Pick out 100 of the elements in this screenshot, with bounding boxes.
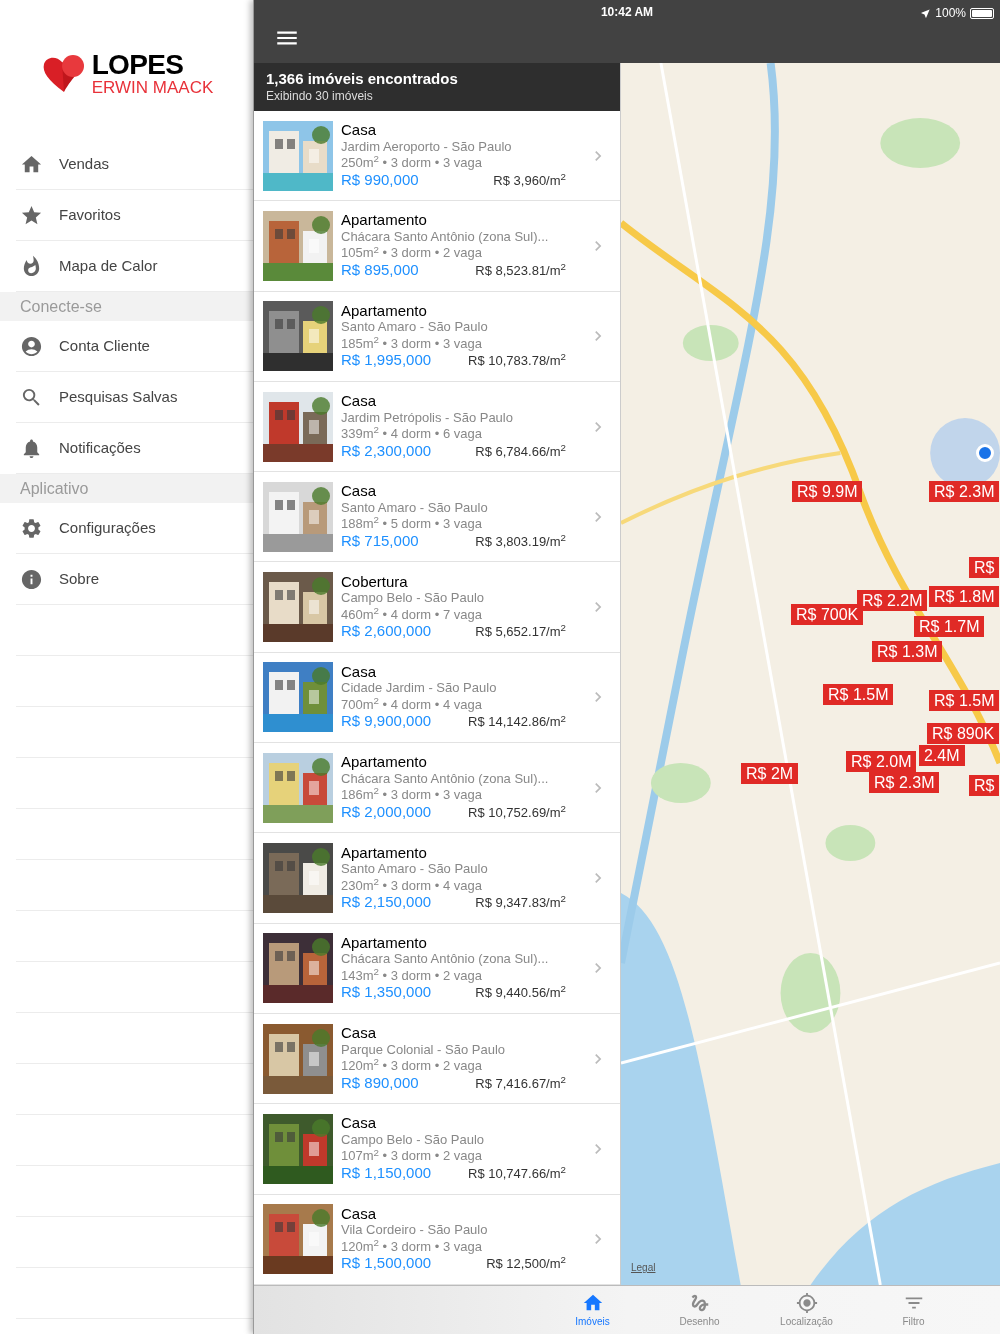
price-marker[interactable]: R$ 700K bbox=[791, 604, 864, 625]
price-marker[interactable]: R$ 2.3M bbox=[929, 481, 1000, 502]
listing-specs: 107m$^{2}$ • 3 dorm • 2 vaga bbox=[341, 1148, 483, 1165]
listing-row[interactable]: Casa Santo Amaro - São Paulo 188m$^{2}$ • 5 dorm • 3 vaga R$ 715,000 R$ 3,803.19/m$^{2}$ bbox=[254, 472, 620, 563]
listing-specs: 188m$^{2}$ • 5 dorm • 3 vaga bbox=[341, 516, 483, 533]
settings-icon bbox=[20, 516, 43, 540]
menu-item[interactable]: Favoritos bbox=[16, 190, 253, 241]
listing-specs: 185m$^{2}$ • 3 dorm • 3 vaga bbox=[341, 335, 483, 353]
price-marker[interactable]: R$ 2.2M bbox=[857, 590, 928, 611]
listing-location: Campo Belo - São Paulo bbox=[341, 590, 486, 607]
listing-price: R$ 715,000 bbox=[341, 532, 419, 550]
legal-link[interactable]: Legal bbox=[631, 1260, 656, 1275]
listing-location: Santo Amaro - São Paulo bbox=[341, 499, 489, 517]
listing-type: Casa bbox=[341, 1025, 378, 1042]
listing-price: R$ 2,600,000 bbox=[341, 623, 432, 640]
listing-specs: 460m$^{2}$ • 4 dorm • 7 vaga bbox=[341, 606, 483, 624]
listing-location: Cidade Jardim - São Paulo bbox=[341, 680, 498, 697]
price-per-area: R$ 6,784.66/m$^{2}$ bbox=[475, 443, 566, 461]
price-marker[interactable]: R$ 2M bbox=[741, 763, 799, 784]
tab[interactable]: Imóveis bbox=[539, 1286, 646, 1334]
battery-icon bbox=[970, 7, 994, 19]
price-marker[interactable]: R$ bbox=[969, 557, 1000, 578]
listing-row[interactable]: Casa Jardim Petrópolis - São Paulo 339m$^{2}$ • 4 dorm • 6 vaga R$ 2,300,000 R$ 6,784.66/m$^{2}$ bbox=[254, 381, 620, 473]
listing-row[interactable]: Casa Campo Belo - São Paulo 107m$^{2}$ • 3 dorm • 2 vaga R$ 1,150,000 R$ 10,747.66/m$^{2}$ bbox=[254, 1104, 620, 1195]
listing-type: Casa bbox=[341, 1115, 378, 1132]
price-marker[interactable]: R$ 9.9M bbox=[792, 481, 863, 502]
listing-location: Jardim Aeroporto - São Paulo bbox=[341, 138, 513, 156]
price-per-area: R$ 14,142.86/m$^{2}$ bbox=[468, 714, 566, 731]
price-per-area: R$ 9,347.83/m$^{2}$ bbox=[475, 895, 566, 912]
price-marker[interactable]: R$ 1.8M bbox=[929, 586, 1000, 607]
listing-type: Apartamento bbox=[341, 934, 428, 952]
price-marker[interactable]: R$ 1.5M bbox=[929, 690, 1000, 711]
listing-specs: 230m$^{2}$ • 3 dorm • 4 vaga bbox=[341, 877, 483, 894]
listing-location: Chácara Santo Antônio (zona Sul)... bbox=[341, 770, 550, 788]
listing-row[interactable]: Apartamento Chácara Santo Antônio (zona Sul)... 105m$^{2}$ • 3 dorm • 2 vaga R$ 895,000 R$ 8,523.81/m$^{2}$ bbox=[254, 201, 620, 292]
listing-type: Apartamento bbox=[341, 754, 428, 771]
results-count: 1,366 imóveis encontrados bbox=[266, 70, 459, 89]
price-per-area: R$ 5,652.17/m$^{2}$ bbox=[475, 624, 566, 641]
listing-type: Casa bbox=[341, 1205, 378, 1223]
listing-type: Apartamento bbox=[341, 212, 428, 229]
listing-specs: 105m$^{2}$ • 3 dorm • 2 vaga bbox=[341, 245, 482, 262]
listing-type: Casa bbox=[341, 663, 378, 681]
price-marker[interactable]: R$ 1.7M bbox=[914, 616, 985, 637]
listing-row[interactable]: Casa Parque Colonial - São Paulo 120m$^{2}$ • 3 dorm • 2 vaga R$ 890,000 R$ 7,416.67/m$^{2}$ bbox=[254, 1013, 620, 1105]
listing-price: R$ 2,300,000 bbox=[341, 442, 432, 460]
menu-item[interactable]: Conta Cliente bbox=[16, 321, 253, 372]
target-icon bbox=[795, 1291, 818, 1314]
listing-type: Casa bbox=[341, 483, 378, 500]
listing-location: Santo Amaro - São Paulo bbox=[341, 861, 489, 878]
listing-specs: 250m$^{2}$ • 3 dorm • 3 vaga bbox=[341, 155, 483, 172]
price-marker[interactable]: R$ bbox=[969, 775, 1000, 796]
price-marker[interactable]: R$ 890K bbox=[927, 723, 1000, 744]
menu-item[interactable]: Pesquisas Salvas bbox=[16, 372, 253, 423]
price-per-area: R$ 7,416.67/m$^{2}$ bbox=[475, 1075, 566, 1093]
results-subtitle: Exibindo 30 imóveis bbox=[266, 88, 374, 104]
listing-type: Casa bbox=[341, 393, 378, 410]
listing-row[interactable]: Apartamento Santo Amaro - São Paulo 185m$^{2}$ • 3 dorm • 3 vaga R$ 1,995,000 R$ 10,783.78/m$^{2}$ bbox=[254, 291, 620, 382]
price-per-area: R$ 10,783.78/m$^{2}$ bbox=[468, 353, 566, 370]
status-time: 10:42 AM bbox=[600, 4, 654, 21]
listing-type: Casa bbox=[341, 122, 378, 139]
listing-row[interactable]: Cobertura Campo Belo - São Paulo 460m$^{2}$ • 4 dorm • 7 vaga R$ 2,600,000 R$ 5,652.17/m$^{2}$ bbox=[254, 562, 620, 653]
listing-row[interactable]: Apartamento Santo Amaro - São Paulo 230m$^{2}$ • 3 dorm • 4 vaga R$ 2,150,000 R$ 9,347.83/m$^{2}$ bbox=[254, 833, 620, 924]
listing-price: R$ 990,000 bbox=[341, 171, 419, 189]
info-icon bbox=[20, 567, 43, 591]
price-per-area: R$ 3,803.19/m$^{2}$ bbox=[475, 533, 566, 551]
listing-price: R$ 1,150,000 bbox=[341, 1164, 432, 1182]
price-per-area: R$ 3,960/m$^{2}$ bbox=[493, 172, 566, 190]
listing-row[interactable]: Casa Jardim Aeroporto - São Paulo 250m$^{2}$ • 3 dorm • 3 vaga R$ 990,000 R$ 3,960/m$^{2}$ bbox=[254, 111, 620, 202]
price-marker[interactable]: R$ 2.0M bbox=[846, 751, 917, 772]
listing-row[interactable]: Apartamento Chácara Santo Antônio (zona Sul)... 186m$^{2}$ • 3 dorm • 3 vaga R$ 2,000,000 R$ 10,752.69/m$^{2}$ bbox=[254, 743, 620, 834]
listing-location: Jardim Petrópolis - São Paulo bbox=[341, 409, 514, 427]
price-per-area: R$ 10,752.69/m$^{2}$ bbox=[468, 804, 566, 822]
listing-type: Apartamento bbox=[341, 844, 428, 861]
user-icon bbox=[20, 334, 43, 358]
listing-row[interactable]: Apartamento Chácara Santo Antônio (zona Sul)... 143m$^{2}$ • 3 dorm • 2 vaga R$ 1,350,000 R$ 9,440.56/m$^{2}$ bbox=[254, 923, 620, 1014]
price-marker[interactable]: 2.4M bbox=[919, 745, 965, 766]
menu-item[interactable]: Configurações bbox=[16, 503, 253, 554]
price-marker[interactable]: R$ 1.3M bbox=[872, 641, 943, 662]
listing-row[interactable]: Casa Vila Cordeiro - São Paulo 120m$^{2}$ • 3 dorm • 3 vaga R$ 1,500,000 R$ 12,500/m$^{2}$ bbox=[254, 1194, 620, 1285]
price-marker[interactable]: R$ 2.3M bbox=[869, 772, 940, 793]
listing-price: R$ 890,000 bbox=[341, 1074, 419, 1092]
listing-price: R$ 2,000,000 bbox=[341, 803, 432, 821]
listing-location: Vila Cordeiro - São Paulo bbox=[341, 1222, 489, 1239]
listing-specs: 143m$^{2}$ • 3 dorm • 2 vaga bbox=[341, 967, 482, 985]
listing-price: R$ 1,350,000 bbox=[341, 984, 432, 1001]
listing-location: Parque Colonial - São Paulo bbox=[341, 1041, 507, 1059]
price-per-area: R$ 10,747.66/m$^{2}$ bbox=[468, 1165, 566, 1183]
menu-item[interactable]: Vendas bbox=[16, 139, 253, 190]
listing-price: R$ 2,150,000 bbox=[341, 894, 432, 911]
listing-price: R$ 1,500,000 bbox=[341, 1255, 432, 1272]
listing-specs: 186m$^{2}$ • 3 dorm • 3 vaga bbox=[341, 787, 482, 804]
listing-row[interactable]: Casa Cidade Jardim - São Paulo 700m$^{2}$ • 4 dorm • 4 vaga R$ 9,900,000 R$ 14,142.86/m$^{2}$ bbox=[254, 652, 620, 744]
listing-type: Apartamento bbox=[341, 302, 428, 320]
listing-location: Chácara Santo Antônio (zona Sul)... bbox=[341, 951, 550, 968]
listing-specs: 120m$^{2}$ • 3 dorm • 2 vaga bbox=[341, 1058, 483, 1075]
menu-item[interactable]: Sobre bbox=[16, 554, 253, 605]
section-header: Conecte-se bbox=[0, 292, 253, 321]
price-per-area: R$ 9,440.56/m$^{2}$ bbox=[475, 985, 566, 1002]
price-marker[interactable]: R$ 1.5M bbox=[823, 684, 894, 705]
star-icon bbox=[20, 203, 43, 227]
